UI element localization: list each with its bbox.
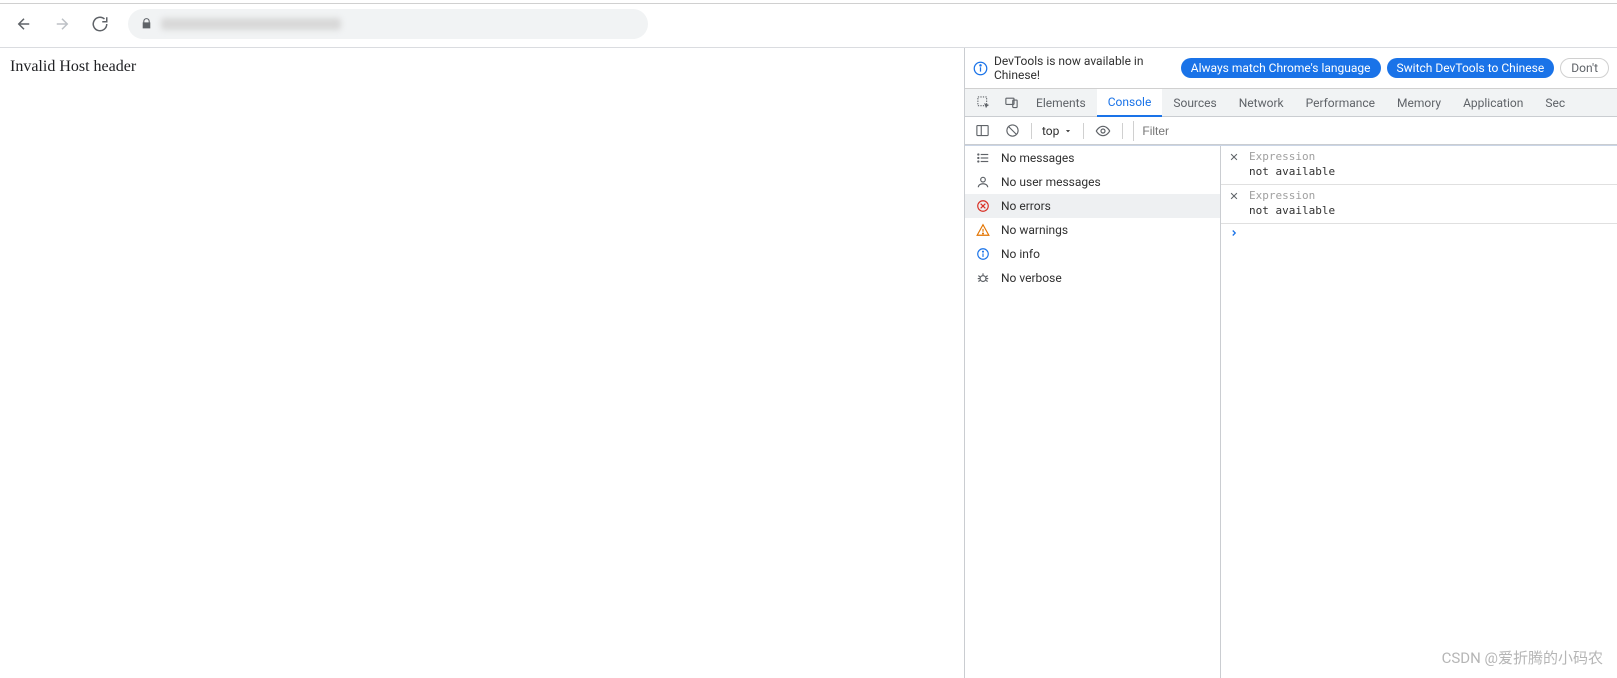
forward-button[interactable] [46, 8, 78, 40]
tab-network[interactable]: Network [1228, 89, 1295, 117]
error-icon [975, 199, 991, 213]
address-bar[interactable] [128, 9, 648, 39]
sidebar-icon [975, 123, 990, 138]
sidebar-item-errors[interactable]: No errors [965, 194, 1220, 218]
reload-button[interactable] [84, 8, 116, 40]
console-sidebar: No messages No user messages No errors [965, 146, 1221, 678]
page-body-text: Invalid Host header [10, 58, 136, 75]
console-filter-input[interactable] [1133, 121, 1613, 141]
sidebar-item-info[interactable]: No info [965, 242, 1220, 266]
match-language-button[interactable]: Always match Chrome's language [1181, 58, 1381, 78]
list-icon [975, 151, 991, 165]
reload-icon [91, 15, 109, 33]
tab-application[interactable]: Application [1452, 89, 1534, 117]
chevron-down-icon [1063, 126, 1073, 136]
devtools-panel: DevTools is now available in Chinese! Al… [965, 48, 1617, 678]
clear-icon [1005, 123, 1020, 138]
separator [1122, 123, 1123, 139]
separator [1031, 123, 1032, 139]
bug-icon [975, 271, 991, 285]
tab-elements[interactable]: Elements [1025, 89, 1097, 117]
remove-expression-button[interactable] [1227, 150, 1241, 164]
sidebar-item-label: No messages [1001, 151, 1074, 165]
workspace: Invalid Host header DevTools is now avai… [0, 48, 1617, 678]
close-icon [1229, 152, 1239, 162]
devtools-infobar: DevTools is now available in Chinese! Al… [965, 48, 1617, 89]
tab-sources[interactable]: Sources [1162, 89, 1227, 117]
close-icon [1229, 191, 1239, 201]
eye-icon [1095, 123, 1111, 139]
console-main: Expression not available Expression not … [1221, 146, 1617, 678]
devtools-tabbar: Elements Console Sources Network Perform… [965, 89, 1617, 117]
sidebar-item-label: No errors [1001, 199, 1051, 213]
separator [1083, 123, 1084, 139]
inspect-element-button[interactable] [969, 89, 997, 117]
info-icon [973, 61, 988, 76]
back-button[interactable] [8, 8, 40, 40]
expression-placeholder[interactable]: Expression [1249, 150, 1611, 163]
sidebar-item-warnings[interactable]: No warnings [965, 218, 1220, 242]
device-icon [1004, 95, 1019, 110]
sidebar-item-verbose[interactable]: No verbose [965, 266, 1220, 290]
expression-value: not available [1249, 165, 1611, 178]
context-selector[interactable]: top [1038, 124, 1077, 138]
console-body: No messages No user messages No errors [965, 145, 1617, 678]
device-toggle-button[interactable] [997, 89, 1025, 117]
chevron-right-icon [1229, 228, 1239, 238]
context-label: top [1042, 124, 1059, 138]
sidebar-item-label: No user messages [1001, 175, 1101, 189]
live-expression-row: Expression not available [1221, 185, 1617, 224]
info-icon [975, 247, 991, 261]
browser-toolbar [0, 0, 1617, 48]
tab-security[interactable]: Sec [1534, 89, 1576, 117]
arrow-right-icon [53, 15, 71, 33]
tab-console[interactable]: Console [1097, 89, 1163, 117]
infobar-message: DevTools is now available in Chinese! [994, 54, 1175, 82]
lock-icon [140, 17, 153, 30]
toggle-sidebar-button[interactable] [969, 118, 995, 144]
dont-show-button[interactable]: Don't [1560, 58, 1609, 78]
arrow-left-icon [15, 15, 33, 33]
inspect-icon [976, 95, 991, 110]
sidebar-item-messages[interactable]: No messages [965, 146, 1220, 170]
console-toolbar: top [965, 117, 1617, 145]
tab-memory[interactable]: Memory [1386, 89, 1452, 117]
page-viewport: Invalid Host header [0, 48, 965, 678]
sidebar-item-label: No info [1001, 247, 1040, 261]
clear-console-button[interactable] [999, 118, 1025, 144]
warning-icon [975, 223, 991, 237]
switch-chinese-button[interactable]: Switch DevTools to Chinese [1387, 58, 1555, 78]
live-expression-button[interactable] [1090, 118, 1116, 144]
expression-placeholder[interactable]: Expression [1249, 189, 1611, 202]
live-expression-row: Expression not available [1221, 146, 1617, 185]
sidebar-item-label: No warnings [1001, 223, 1068, 237]
console-prompt[interactable] [1221, 224, 1617, 242]
tab-strip [0, 0, 1617, 4]
remove-expression-button[interactable] [1227, 189, 1241, 203]
tab-performance[interactable]: Performance [1295, 89, 1386, 117]
expression-value: not available [1249, 204, 1611, 217]
sidebar-item-label: No verbose [1001, 271, 1062, 285]
url-text-blurred [161, 18, 341, 30]
sidebar-item-user-messages[interactable]: No user messages [965, 170, 1220, 194]
user-icon [975, 175, 991, 189]
